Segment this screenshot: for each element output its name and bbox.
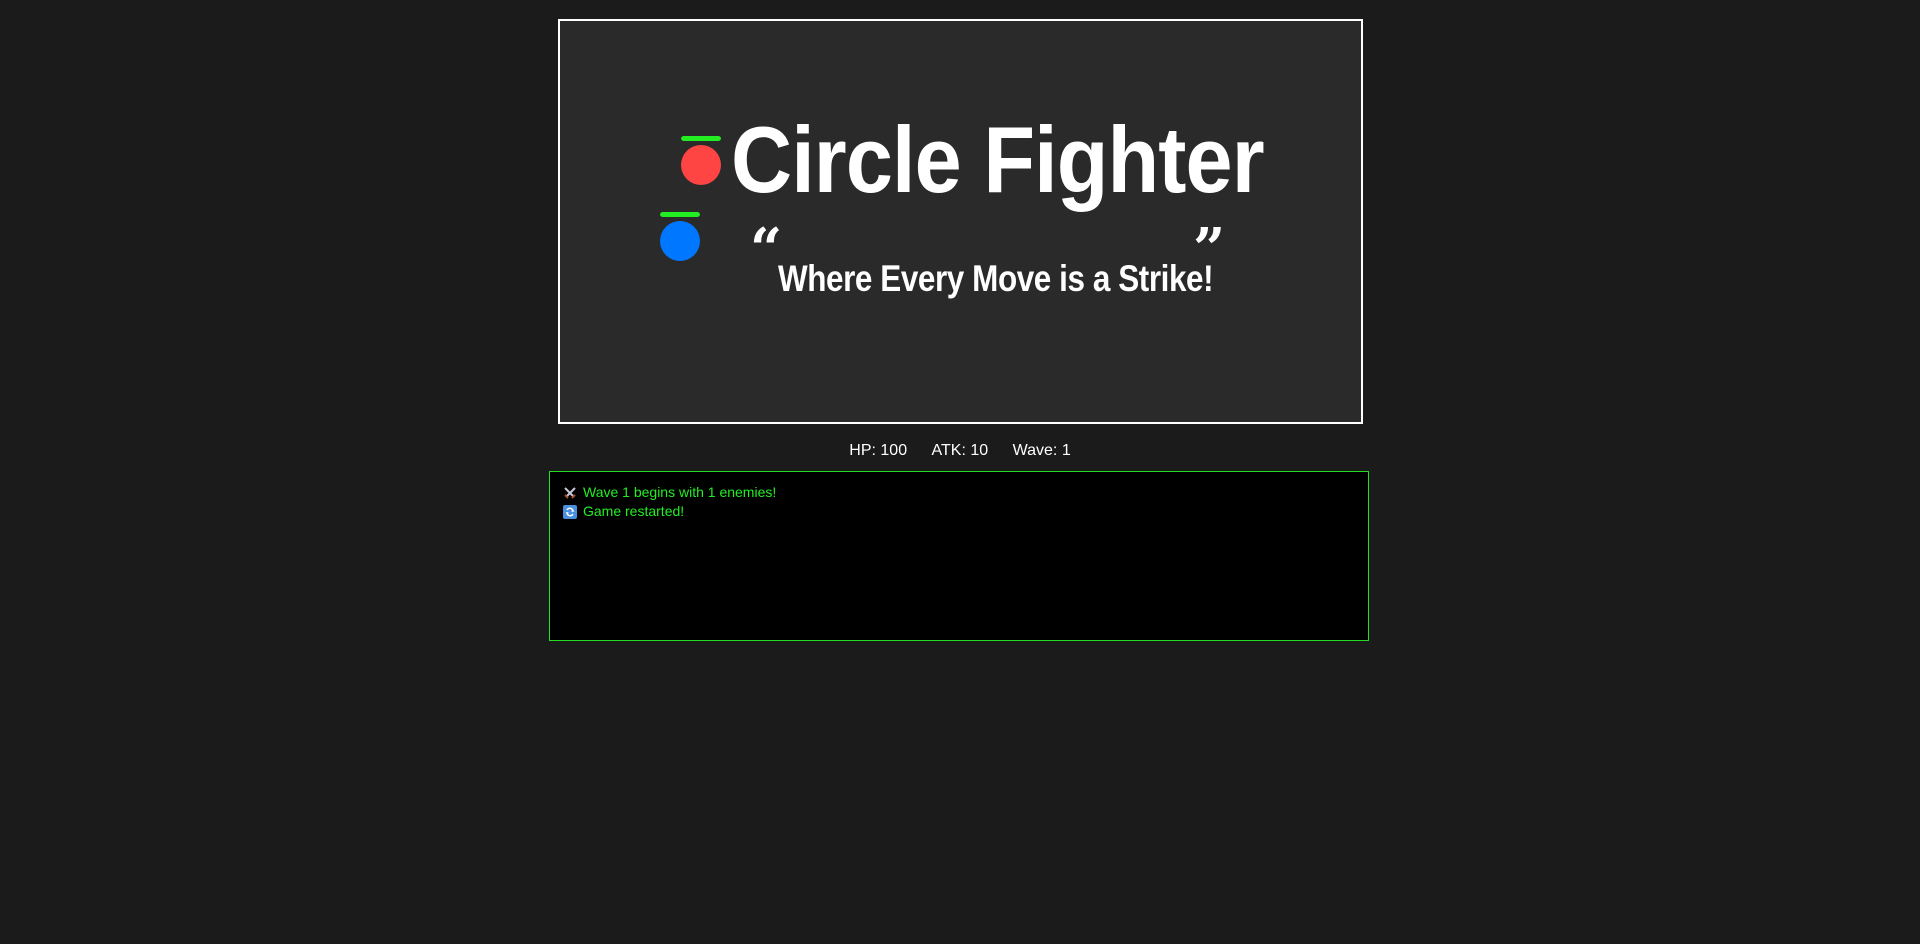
- enemy-health-fill: [681, 136, 721, 141]
- enemy-circle: [681, 145, 721, 185]
- enemy-health-bar: [681, 136, 721, 141]
- game-log[interactable]: Wave 1 begins with 1 enemies! Game resta…: [549, 471, 1369, 641]
- atk-stat: ATK: 10: [931, 442, 989, 459]
- restart-icon: [562, 504, 577, 519]
- game-page: Circle Fighter “ ” Where Every Move is a…: [0, 0, 1920, 944]
- log-entry: Game restarted!: [562, 502, 1356, 521]
- player-circle: [660, 221, 700, 261]
- log-entry: Wave 1 begins with 1 enemies!: [562, 483, 1356, 502]
- game-title: Circle Fighter: [731, 107, 1265, 212]
- player-health-bar: [660, 212, 700, 217]
- game-tagline: Where Every Move is a Strike!: [778, 258, 1214, 299]
- game-canvas[interactable]: Circle Fighter “ ” Where Every Move is a…: [558, 19, 1363, 424]
- wave-stat: Wave: 1: [1012, 442, 1071, 459]
- log-entry-text: Game restarted!: [583, 503, 685, 519]
- player-health-fill: [660, 212, 700, 217]
- log-entry-text: Wave 1 begins with 1 enemies!: [583, 484, 777, 500]
- crossed-swords-icon: [562, 485, 577, 500]
- player-stats: HP: 100 ATK: 10 Wave: 1: [0, 441, 1920, 461]
- hp-stat: HP: 100: [849, 442, 908, 459]
